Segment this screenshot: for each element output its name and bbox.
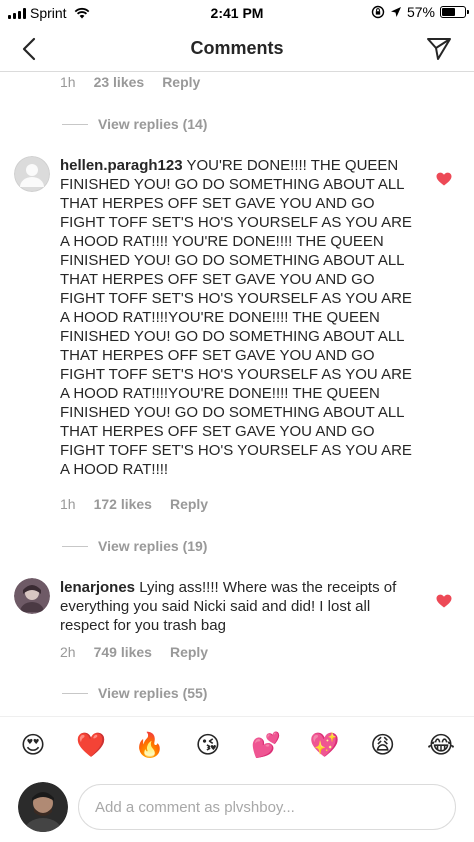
user-avatar-icon: [14, 578, 50, 614]
location-arrow-icon: [390, 7, 401, 17]
comment-username[interactable]: lenarjones: [60, 579, 135, 596]
view-replies-label: View replies (19): [98, 538, 208, 554]
comment-time: 1h: [60, 74, 76, 90]
user-avatar-icon: [18, 782, 68, 832]
view-replies-button[interactable]: View replies (19): [62, 538, 207, 554]
page-title: Comments: [190, 38, 284, 58]
comment-input-bar: [0, 776, 474, 842]
battery-icon: [440, 6, 469, 18]
comment-item: hellen.paragh123 YOU'RE DONE!!!! THE QUE…: [14, 156, 460, 486]
like-heart-icon[interactable]: [436, 594, 452, 608]
emoji-weary[interactable]: 😩: [364, 727, 402, 765]
likes-count[interactable]: 172 likes: [94, 496, 152, 512]
emoji-kiss[interactable]: 😘: [189, 727, 227, 765]
emoji-red-heart[interactable]: ❤️: [72, 727, 110, 765]
comment-text: lenarjones Lying ass!!!! Where was the r…: [60, 578, 412, 635]
reply-button[interactable]: Reply: [162, 74, 200, 90]
paper-plane-icon: [427, 38, 451, 60]
comment-text: hellen.paragh123 YOU'RE DONE!!!! THE QUE…: [60, 156, 412, 479]
default-avatar-icon: [14, 156, 50, 192]
likes-count[interactable]: 23 likes: [94, 74, 145, 90]
emoji-joy[interactable]: 😂: [422, 727, 460, 765]
battery-percent: 57%: [406, 4, 435, 20]
avatar[interactable]: [14, 578, 50, 614]
comment-item: lenarjones Lying ass!!!! Where was the r…: [14, 578, 460, 638]
nav-bar: Comments: [0, 26, 474, 72]
likes-count[interactable]: 749 likes: [94, 644, 152, 660]
comment-time: 2h: [60, 644, 76, 660]
view-replies-label: View replies (14): [98, 116, 208, 132]
emoji-bar: 😍 ❤️ 🔥 😘 💕 💖 😩 😂: [0, 716, 474, 774]
status-bar: Sprint 2:41 PM 57%: [0, 0, 474, 26]
divider-line: [62, 545, 88, 547]
emoji-two-hearts[interactable]: 💕: [247, 727, 285, 765]
comment-meta: 1h 23 likes Reply: [60, 74, 200, 90]
comment-meta: 2h 749 likes Reply: [60, 644, 208, 660]
comment-meta: 1h 172 likes Reply: [60, 496, 208, 512]
comment-username[interactable]: hellen.paragh123: [60, 157, 183, 174]
view-replies-button[interactable]: View replies (55): [62, 685, 207, 701]
reply-button[interactable]: Reply: [170, 496, 208, 512]
battery-fill: [442, 8, 455, 16]
view-replies-label: View replies (55): [98, 685, 208, 701]
like-heart-icon[interactable]: [436, 172, 452, 186]
emoji-sparkling-heart[interactable]: 💖: [305, 727, 343, 765]
emoji-heart-eyes[interactable]: 😍: [14, 727, 52, 765]
status-right: 57%: [371, 4, 469, 20]
divider-line: [62, 692, 88, 694]
avatar[interactable]: [14, 156, 50, 192]
current-user-avatar: [18, 782, 68, 832]
share-button[interactable]: [424, 34, 454, 64]
rotation-lock-icon: [371, 5, 385, 19]
comment-input[interactable]: [78, 784, 456, 830]
comment-content: YOU'RE DONE!!!! THE QUEEN FINISHED YOU! …: [60, 157, 412, 478]
comment-time: 1h: [60, 496, 76, 512]
reply-button[interactable]: Reply: [170, 644, 208, 660]
divider-line: [62, 123, 88, 125]
emoji-fire[interactable]: 🔥: [131, 727, 169, 765]
view-replies-button[interactable]: View replies (14): [62, 116, 207, 132]
